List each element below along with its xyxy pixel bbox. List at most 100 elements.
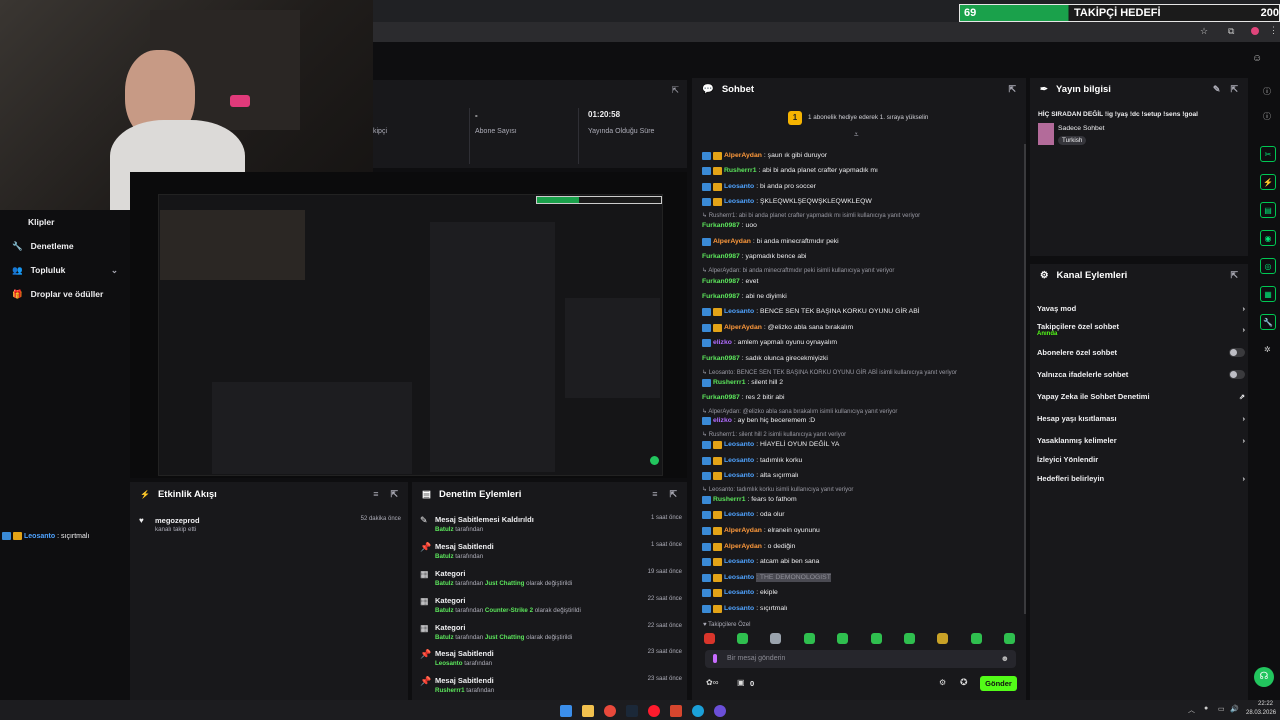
info-icon[interactable]: ⓘ (1263, 86, 1271, 97)
channel-action-banned-words[interactable]: Yasaklanmış kelimeler › (1037, 436, 1245, 445)
channel-action-subs-only[interactable]: Abonelere özel sohbet (1037, 348, 1245, 357)
windows-start-icon[interactable] (560, 705, 572, 717)
mic-icon[interactable]: ● (1204, 705, 1208, 712)
chat-username[interactable]: Leosanto (724, 182, 754, 191)
chat-username[interactable]: Rusherrr1 (713, 495, 746, 504)
opera-icon[interactable] (648, 705, 660, 717)
emote-icon[interactable] (1004, 633, 1015, 644)
stream-preview[interactable] (130, 172, 687, 478)
popout-icon[interactable]: ⇱ (669, 489, 677, 500)
popout-icon[interactable]: ⇱ (1230, 84, 1238, 95)
filter-icon[interactable]: ≡ (373, 489, 378, 499)
chat-input[interactable]: Bir mesaj gönderin ☻ (705, 650, 1016, 668)
emote-icon[interactable] (971, 633, 982, 644)
chat-username[interactable]: AlperAydan (724, 151, 762, 160)
more-icon[interactable]: ✲ (1264, 345, 1271, 354)
chat-username[interactable]: Leosanto (724, 604, 754, 613)
channel-action-followers-only[interactable]: Takipçilere özel sohbet Anında › (1037, 322, 1245, 337)
rail-button-wrench[interactable]: 🔧 (1260, 314, 1276, 330)
chat-username[interactable]: Leosanto (724, 440, 754, 449)
infinity-icon[interactable]: ✿∞ (706, 678, 718, 687)
network-icon[interactable]: ▭ (1218, 705, 1225, 713)
user-avatar-icon[interactable]: ☺ (1252, 53, 1262, 64)
chat-username[interactable]: Furkan0987 (702, 252, 740, 261)
channel-action-goals[interactable]: Hedefleri belirleyin › (1037, 474, 1245, 483)
settings-icon[interactable]: ⚙ (939, 678, 946, 687)
send-button[interactable]: Gönder (980, 676, 1017, 691)
emote-icon[interactable] (937, 633, 948, 644)
chat-username[interactable]: Furkan0987 (702, 354, 740, 363)
emote-icon[interactable] (704, 633, 715, 644)
mic-icon[interactable] (713, 654, 717, 663)
sidebar-item-clips[interactable]: Klipler (0, 210, 130, 234)
channel-action-slow-mode[interactable]: Yavaş mod › (1037, 304, 1245, 313)
chat-username[interactable]: elizko (713, 416, 732, 425)
star-icon[interactable]: ☆ (1200, 26, 1208, 37)
emote-icon[interactable] (904, 633, 915, 644)
app-icon[interactable] (670, 705, 682, 717)
chat-username[interactable]: AlperAydan (713, 237, 751, 246)
rail-button-doc[interactable]: ▤ (1260, 202, 1276, 218)
subs-only-toggle[interactable] (1229, 348, 1245, 357)
emoji-icon[interactable]: ☻ (1001, 654, 1009, 663)
emote-icon[interactable] (737, 633, 748, 644)
chat-username[interactable]: AlperAydan (724, 526, 762, 535)
channel-action-account-age[interactable]: Hesap yaşı kısıtlaması › (1037, 414, 1245, 423)
chat-username[interactable]: Furkan0987 (702, 292, 740, 301)
emote-icon[interactable] (837, 633, 848, 644)
channel-action-raid[interactable]: İzleyici Yönlendir (1037, 455, 1245, 464)
filter-icon[interactable]: ≡ (652, 489, 657, 499)
popout-icon[interactable]: ⇱ (1008, 84, 1016, 95)
chrome-icon[interactable] (604, 705, 616, 717)
channel-action-ai-moderation[interactable]: Yapay Zeka ile Sohbet Denetimi ⇗ (1037, 392, 1245, 401)
rail-button-cards[interactable]: ▦ (1260, 286, 1276, 302)
chat-username[interactable]: Leosanto (724, 471, 754, 480)
chat-username[interactable]: Leosanto (724, 557, 754, 566)
chat-username[interactable]: Leosanto (724, 588, 754, 597)
chevron-down-icon[interactable]: ⩡ (854, 130, 859, 140)
obs-icon[interactable] (714, 705, 726, 717)
tray-chevron-icon[interactable]: ︿ (1188, 705, 1195, 715)
chat-username[interactable]: Rusherrr1 (724, 166, 757, 175)
support-chat-icon[interactable]: ☊ (1254, 667, 1274, 687)
chat-username[interactable]: Furkan0987 (702, 277, 740, 286)
file-explorer-icon[interactable] (582, 705, 594, 717)
rail-button-broadcast[interactable]: ◎ (1260, 258, 1276, 274)
edge-icon[interactable] (692, 705, 704, 717)
chat-username[interactable]: elizko (713, 338, 732, 347)
chat-scrollbar[interactable] (1024, 144, 1026, 614)
chat-username[interactable]: Leosanto (724, 197, 754, 206)
popout-icon[interactable]: ⇱ (671, 85, 679, 96)
chat-username[interactable]: Furkan0987 (702, 221, 740, 230)
emote-icon[interactable] (871, 633, 882, 644)
chat-username[interactable]: AlperAydan (724, 323, 762, 332)
steam-icon[interactable] (626, 705, 638, 717)
popout-icon[interactable]: ⇱ (390, 489, 398, 500)
emote-icon[interactable] (804, 633, 815, 644)
gift-banner-text[interactable]: 1 abonelik hediye ederek 1. sıraya yükse… (808, 114, 928, 121)
chat-username[interactable]: Leosanto (724, 307, 754, 316)
rail-button-chat[interactable]: ◉ (1260, 230, 1276, 246)
chat-username[interactable]: Leosanto (724, 573, 754, 582)
rail-button-bolt[interactable]: ⚡ (1260, 174, 1276, 190)
rail-button-clip[interactable]: ✂ (1260, 146, 1276, 162)
popout-icon[interactable]: ⇱ (1230, 270, 1238, 281)
chat-username[interactable]: Rusherrr1 (713, 378, 746, 387)
sidebar-item-community[interactable]: 👥 Topluluk ⌄ (0, 258, 130, 282)
menu-icon[interactable]: ⋮ (1269, 25, 1278, 36)
extensions-icon[interactable]: ⧉ (1228, 26, 1234, 37)
chat-username[interactable]: AlperAydan (724, 542, 762, 551)
chat-username[interactable]: Furkan0987 (702, 393, 740, 402)
volume-icon[interactable]: 🔊 (1230, 705, 1239, 713)
chat-username[interactable]: Leosanto (724, 510, 754, 519)
sidebar-item-moderation[interactable]: 🔧 Denetleme (0, 234, 130, 258)
profile-avatar[interactable] (1251, 27, 1259, 35)
edit-icon[interactable]: ✎ (1213, 84, 1221, 95)
emote-only-toggle[interactable] (1229, 370, 1245, 379)
info-icon[interactable]: ⓘ (1263, 111, 1271, 122)
chat-username[interactable]: Leosanto (724, 456, 754, 465)
channel-action-emote-only[interactable]: Yalnızca ifadelerle sohbet (1037, 370, 1245, 379)
sidebar-item-drops[interactable]: 🎁 Droplar ve ödüller (0, 282, 130, 306)
emote-icon[interactable] (770, 633, 781, 644)
gift-icon[interactable]: ✪ (960, 677, 968, 688)
